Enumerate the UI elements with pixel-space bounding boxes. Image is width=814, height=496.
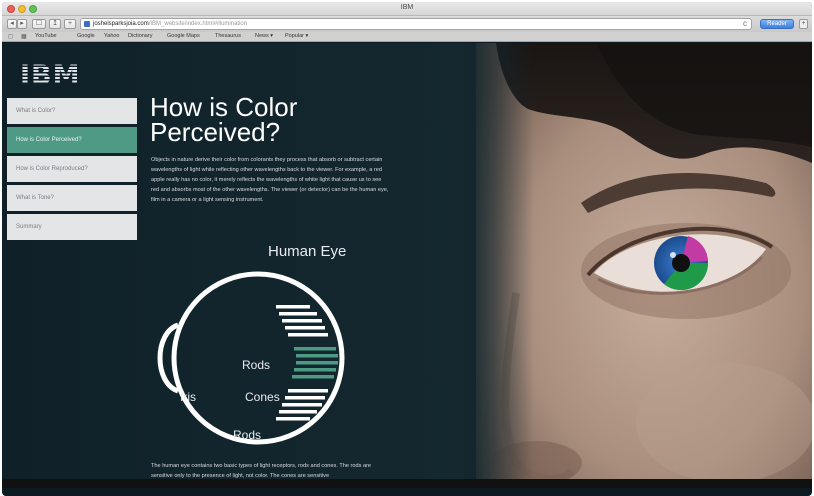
nav-item-what-is-tone[interactable]: What is Tone?: [7, 185, 137, 211]
bookmark-dictionary[interactable]: Dictionary: [128, 32, 152, 41]
photo-fade: [464, 43, 534, 488]
nav-item-summary[interactable]: Summary: [7, 214, 137, 240]
title-bar: IBM: [2, 2, 812, 16]
cones-bars: [292, 347, 338, 379]
diagram-title: Human Eye: [268, 243, 347, 260]
reader-button[interactable]: Reader: [760, 19, 794, 29]
iris-label: Iris: [180, 390, 196, 404]
ibm-logo[interactable]: IBM: [20, 60, 81, 91]
bookmark-news[interactable]: News ▾: [255, 32, 273, 41]
bookmark-google[interactable]: Google: [77, 32, 95, 41]
rods-top-label: Rods: [242, 358, 270, 372]
human-eye-diagram: Iris Rods Cones Rods: [157, 271, 345, 445]
url-path: /IBM_website/index.html#illumination: [148, 21, 248, 27]
rods-top-bars: [276, 305, 328, 337]
cones-label: Cones: [245, 390, 280, 404]
section-nav: What is Color? How is Color Perceived? H…: [7, 98, 137, 243]
bookmark-google-maps[interactable]: Google Maps: [167, 32, 200, 41]
forward-button[interactable]: ▸: [17, 19, 27, 29]
reload-icon[interactable]: c: [743, 19, 747, 29]
browser-toolbar: ◂ ▸ ☐ ↥ + joshelsparksjoia.com/IBM_websi…: [2, 16, 812, 32]
bookmark-youtube[interactable]: YouTube: [35, 32, 57, 41]
window-title: IBM: [400, 4, 414, 11]
rods-bottom-label: Rods: [233, 428, 261, 442]
intro-paragraph: Objects in nature derive their color fro…: [151, 157, 389, 203]
nav-item-how-is-color-reproduced[interactable]: How is Color Reproduced?: [7, 156, 137, 182]
sidebar-toggle-button[interactable]: ☐: [32, 19, 46, 29]
share-button[interactable]: ↥: [49, 19, 61, 29]
rods-cones-paragraph: The human eye contains two basic types o…: [151, 463, 372, 479]
bookmark-popular[interactable]: Popular ▾: [285, 32, 308, 41]
new-tab-icon[interactable]: +: [799, 19, 808, 29]
url-host: joshelsparksjoia.com: [93, 21, 149, 27]
bookmarks-bar: ◻ ▦ YouTube Google Yahoo Dictionary Goog…: [2, 32, 812, 42]
site-favicon-icon: [84, 21, 90, 27]
web-page: IBM What is Color? How is Color Perceive…: [2, 43, 812, 488]
nav-item-how-is-color-perceived[interactable]: How is Color Perceived?: [7, 127, 137, 153]
bookmark-thesaurus[interactable]: Thesaurus: [215, 32, 241, 41]
reading-list-icon[interactable]: ◻: [8, 34, 13, 40]
top-sites-icon[interactable]: ▦: [21, 34, 27, 40]
browser-window: IBM ◂ ▸ ☐ ↥ + joshelsparksjoia.com/IBM_w…: [2, 2, 812, 496]
page-bottom-bar: [2, 479, 812, 488]
bookmark-yahoo[interactable]: Yahoo: [104, 32, 120, 41]
address-bar[interactable]: joshelsparksjoia.com/IBM_website/index.h…: [80, 18, 752, 30]
add-tab-button[interactable]: +: [64, 19, 76, 29]
page-title: How is Color Perceived?: [150, 92, 298, 147]
back-button[interactable]: ◂: [7, 19, 17, 29]
nav-item-what-is-color[interactable]: What is Color?: [7, 98, 137, 124]
